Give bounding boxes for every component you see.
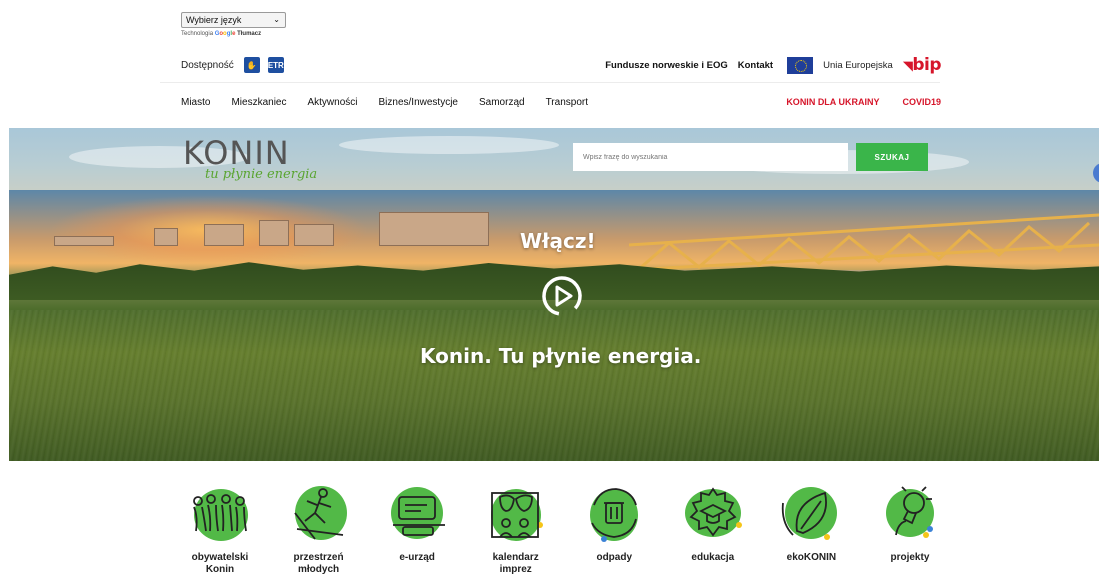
keyboard-icon [391,487,446,539]
theater-masks-icon [490,489,543,541]
nav-item-ukraine[interactable]: KONIN DLA UKRAINY [786,97,879,107]
quick-link-ekokonin[interactable]: ekoKONIN [771,483,851,577]
nav-item-covid[interactable]: COVID19 [902,97,941,107]
quick-link-obywatelski[interactable]: obywatelski Konin [180,483,260,577]
translate-prefix: Technologia [181,31,214,37]
quick-link-label: odpady [596,552,633,563]
lightbulb-icon [885,486,934,538]
skater-icon [293,486,347,540]
hero-title: Konin. Tu płynie energia. [420,344,702,368]
quick-link-projekty[interactable]: projekty [870,483,950,577]
eu-link[interactable]: Unia Europejska [823,60,893,71]
nav-item-mieszkaniec[interactable]: Mieszkaniec [231,97,286,108]
nav-item-transport[interactable]: Transport [546,97,588,108]
logo-tagline: tu płynie energia [205,167,318,182]
konin-logo[interactable]: KONIN tu płynie energia [183,137,353,187]
leaf-icon [782,487,838,540]
header-divider [160,82,940,83]
google-translate-credit: Technologia Google Tłumacz [181,31,261,37]
recycle-bin-icon [590,488,639,542]
language-select[interactable]: Wybierz język ⌄ [181,12,286,28]
quick-link-kalendarz[interactable]: kalendarz imprez [476,483,556,577]
nav-item-samorzad[interactable]: Samorząd [479,97,525,108]
search-input[interactable] [573,143,848,171]
sign-language-icon[interactable]: ✋ [243,57,260,73]
easy-read-icon[interactable]: ETR [267,57,284,73]
hero-sky [9,128,1099,190]
quick-link-odpady[interactable]: odpady [574,483,654,577]
contact-link[interactable]: Kontakt [738,60,773,71]
eu-flag-icon[interactable] [787,56,814,74]
translate-link[interactable]: Tłumacz [237,31,261,37]
play-icon[interactable] [541,275,583,317]
logo-text: KONIN [183,134,290,172]
graduation-cap-icon [684,487,742,537]
hero-play-label[interactable]: Włącz! [520,229,596,253]
google-logo: Google [214,31,236,37]
bip-logo[interactable]: ◥bip [903,55,942,75]
quick-link-label: ekoKONIN [786,552,837,563]
main-nav: Miasto Mieszkaniec Aktywności Biznes/Inw… [181,95,941,109]
bip-text: bip [912,55,941,75]
quick-link-label: e-urząd [399,552,435,563]
quick-link-eurzad[interactable]: e-urząd [377,483,457,577]
search-button[interactable]: SZUKAJ [856,143,928,171]
bridge-illustration [629,213,1099,272]
utility-bar: Dostępność ✋ ETR Fundusze norweskie i EO… [181,55,942,75]
people-icon [193,489,248,541]
quick-link-przestrzen[interactable]: przestrzeń młodych [279,483,359,577]
accessibility-label: Dostępność [181,59,234,71]
norway-grants-link[interactable]: Fundusze norweskie i EOG [605,60,727,71]
language-select-value: Wybierz język [186,15,242,25]
quick-link-label: projekty [890,552,930,563]
quick-links: obywatelski Konin przestrzeń młodych e-u… [180,483,950,577]
nav-item-biznes[interactable]: Biznes/Inwestycje [379,97,458,108]
nav-item-aktywnosci[interactable]: Aktywności [307,97,357,108]
quick-link-label: edukacja [691,552,735,563]
quick-link-label: przestrzeń młodych [293,552,344,575]
quick-link-label: obywatelski Konin [191,552,249,575]
nav-item-miasto[interactable]: Miasto [181,97,210,108]
quick-link-label: kalendarz imprez [492,552,539,575]
quick-link-edukacja[interactable]: edukacja [673,483,753,577]
chevron-down-icon: ⌄ [273,15,280,24]
